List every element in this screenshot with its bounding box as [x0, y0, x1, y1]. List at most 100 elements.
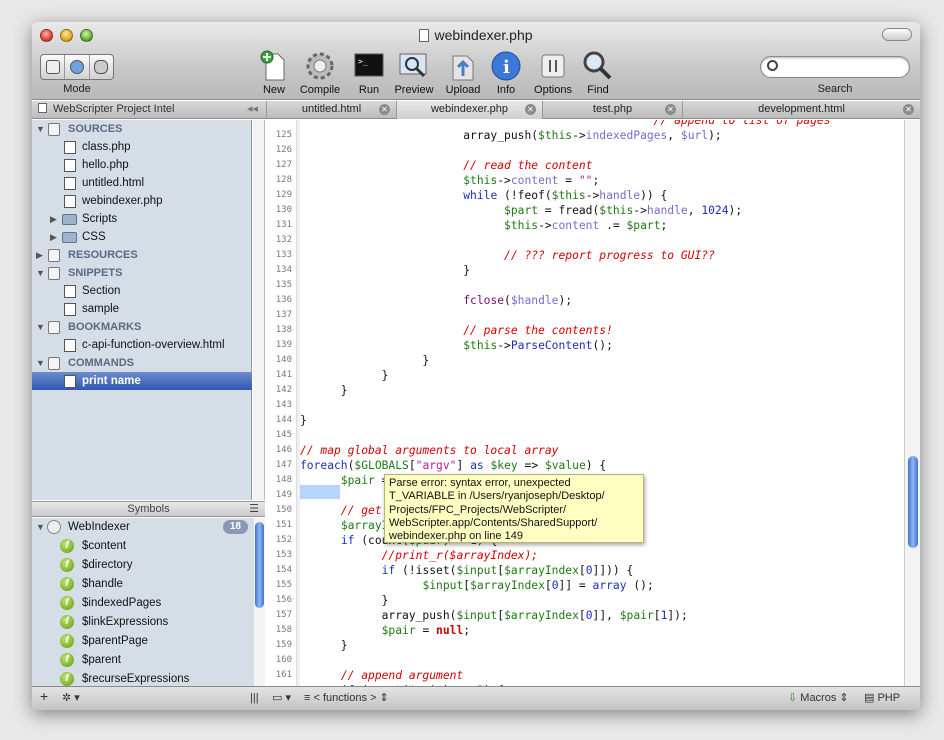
- sidebar-scrollbar[interactable]: [253, 120, 265, 500]
- sidebar-item[interactable]: print name: [32, 372, 252, 390]
- disclosure-open-icon[interactable]: ▼: [36, 518, 45, 537]
- sidebar-item[interactable]: hello.php: [32, 156, 252, 174]
- sidebar-item[interactable]: c-api-function-overview.html: [32, 336, 252, 354]
- close-tab-icon[interactable]: ✕: [525, 104, 536, 115]
- macros-label: Macros: [800, 692, 837, 704]
- upload-button[interactable]: Upload: [439, 50, 487, 96]
- close-tab-icon[interactable]: ✕: [665, 104, 676, 115]
- sidebar-item-label: SNIPPETS: [68, 267, 123, 279]
- new-button[interactable]: New: [250, 50, 298, 96]
- disclosure-open-icon[interactable]: ▼: [36, 354, 45, 372]
- tab-webindexer-php[interactable]: webindexer.php ✕: [396, 101, 542, 119]
- symbol-item[interactable]: f $content: [32, 537, 254, 556]
- sidebar-item[interactable]: ▼ COMMANDS: [32, 354, 252, 372]
- terminal-icon: >_: [353, 50, 385, 82]
- toolbar-toggle-button[interactable]: [882, 28, 912, 41]
- symbols-scrollbar[interactable]: [254, 518, 265, 686]
- sidebar-item[interactable]: sample: [32, 300, 252, 318]
- sidebar-item[interactable]: class.php: [32, 138, 252, 156]
- sidebar-item[interactable]: ▼ BOOKMARKS: [32, 318, 252, 336]
- tab-development-html[interactable]: development.html ✕: [682, 101, 920, 119]
- disclosure-closed-icon[interactable]: ▶: [50, 210, 57, 228]
- macros-popup[interactable]: ⇩ Macros ⇕: [788, 691, 849, 706]
- search-input[interactable]: [760, 56, 910, 78]
- options-button[interactable]: Options: [529, 50, 577, 96]
- sidebar-item[interactable]: ▶ RESOURCES: [32, 246, 252, 264]
- tab-untitled-html[interactable]: untitled.html ✕: [266, 101, 396, 119]
- mode-web-segment[interactable]: [65, 55, 90, 79]
- symbol-item[interactable]: f $parent: [32, 651, 254, 670]
- line-number: 146: [275, 445, 292, 455]
- sidebar-item[interactable]: ▼ SOURCES: [32, 120, 252, 138]
- code-line: // ??? report progress to GUI??: [504, 249, 715, 262]
- sidebar-item[interactable]: untitled.html: [32, 174, 252, 192]
- class-icon: [47, 520, 61, 534]
- file-icon: [64, 339, 76, 352]
- document-menu-icon[interactable]: ▭ ▾: [272, 691, 291, 706]
- search-icon: [767, 60, 778, 71]
- line-number: 147: [275, 460, 292, 470]
- disclosure-open-icon[interactable]: ▼: [36, 264, 45, 282]
- symbol-root[interactable]: ▼ WebIndexer 18: [32, 518, 254, 537]
- splitter-handle-icon[interactable]: |||: [250, 691, 259, 706]
- sidebar-item[interactable]: ▶ CSS: [32, 228, 252, 246]
- compile-label: Compile: [299, 84, 341, 96]
- find-button[interactable]: Find: [574, 50, 622, 96]
- sidebar-item-label: CSS: [82, 231, 106, 243]
- line-number: 132: [275, 235, 292, 245]
- disclosure-open-icon[interactable]: ▼: [36, 120, 45, 138]
- symbol-item[interactable]: f $indexedPages: [32, 594, 254, 613]
- code-line: // parse the contents!: [463, 324, 613, 337]
- sidebar-item[interactable]: ▶ Scripts: [32, 210, 252, 228]
- upload-label: Upload: [445, 84, 481, 96]
- sidebar-item-label: class.php: [82, 141, 131, 153]
- close-tab-icon[interactable]: ✕: [903, 104, 914, 115]
- property-icon: f: [60, 634, 74, 648]
- code-line: // append argument: [340, 669, 464, 682]
- symbol-item[interactable]: f $linkExpressions: [32, 613, 254, 632]
- functions-popup[interactable]: ≡ < functions > ⇕: [304, 691, 389, 706]
- sidebar-item-label: BOOKMARKS: [68, 321, 142, 333]
- list-icon[interactable]: ☰: [249, 502, 259, 517]
- file-icon: [64, 177, 76, 190]
- gear-icon: [304, 50, 336, 82]
- disclosure-open-icon[interactable]: ▼: [36, 318, 45, 336]
- property-icon: f: [60, 577, 74, 591]
- project-sidebar: ▼ SOURCES class.php hello.php untitled.html w…: [32, 120, 252, 500]
- line-number: 159: [275, 640, 292, 650]
- language-popup[interactable]: ▤ PHP: [864, 691, 900, 706]
- line-number: 130: [275, 205, 292, 215]
- disclosure-closed-icon[interactable]: ▶: [50, 228, 57, 246]
- editor-scrollbar[interactable]: [904, 120, 920, 686]
- mode-database-segment[interactable]: [90, 55, 113, 79]
- code-editor[interactable]: // append to list of pages array_push($t…: [300, 120, 904, 686]
- action-gear-icon[interactable]: ✲ ▾: [62, 691, 80, 706]
- line-number: 145: [275, 430, 292, 440]
- symbol-count-badge: 18: [222, 520, 248, 534]
- options-icon: [537, 50, 569, 82]
- disclosure-closed-icon[interactable]: ▶: [36, 246, 43, 264]
- compile-button[interactable]: Compile: [296, 50, 344, 96]
- file-icon: [64, 285, 76, 298]
- symbol-item[interactable]: f $directory: [32, 556, 254, 575]
- preview-button[interactable]: Preview: [390, 50, 438, 96]
- add-button[interactable]: +: [40, 689, 48, 704]
- sidebar-item[interactable]: ▼ SNIPPETS: [32, 264, 252, 282]
- info-button[interactable]: i Info: [482, 50, 530, 96]
- project-selector[interactable]: WebScripter Project Intel ◂◂: [32, 101, 266, 119]
- run-button[interactable]: >_ Run: [345, 50, 393, 96]
- symbol-item[interactable]: f $recurseExpressions: [32, 670, 254, 686]
- symbol-item[interactable]: f $parentPage: [32, 632, 254, 651]
- editor-scroll-thumb[interactable]: [908, 456, 918, 548]
- close-tab-icon[interactable]: ✕: [379, 104, 390, 115]
- file-icon: [64, 303, 76, 316]
- mode-segmented-control[interactable]: [40, 54, 114, 80]
- symbol-item[interactable]: f $handle: [32, 575, 254, 594]
- sidebar-item[interactable]: webindexer.php: [32, 192, 252, 210]
- tab-test-php[interactable]: test.php ✕: [542, 101, 682, 119]
- mode-editor-segment[interactable]: [41, 55, 66, 79]
- property-icon: f: [60, 596, 74, 610]
- symbols-scroll-thumb[interactable]: [255, 522, 264, 608]
- collapse-sidebar-icon[interactable]: ◂◂: [247, 101, 258, 118]
- sidebar-item[interactable]: Section: [32, 282, 252, 300]
